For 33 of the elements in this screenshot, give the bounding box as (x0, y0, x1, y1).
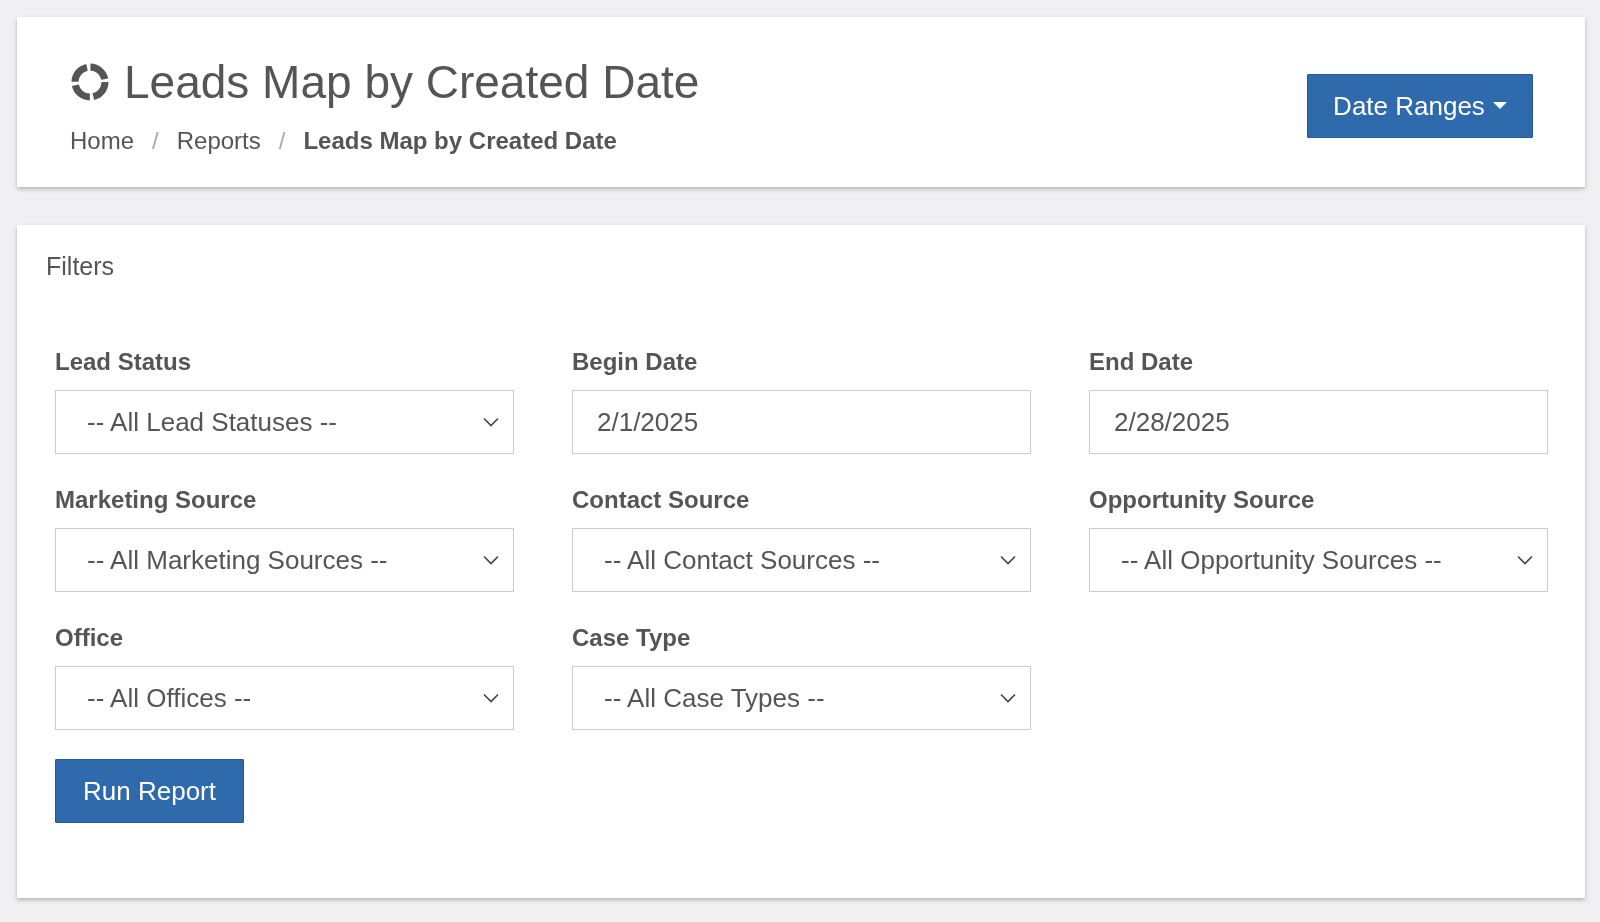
field-label: Marketing Source (55, 485, 258, 515)
filters-heading: Filters (46, 251, 116, 281)
field-label: Contact Source (572, 485, 751, 515)
field-label: Case Type (572, 623, 692, 653)
chevron-down-icon (1000, 693, 1016, 703)
chevron-down-icon (483, 693, 499, 703)
select-dropdown[interactable]: -- All Offices -- (55, 666, 514, 730)
date-input-field[interactable]: 2/28/2025 (1089, 390, 1548, 454)
field-label: Begin Date (572, 347, 699, 377)
caret-icon (1492, 102, 1507, 110)
chevron-down-icon (483, 417, 499, 427)
date-ranges-button[interactable]: Date Ranges (1307, 74, 1533, 138)
breadcrumb-current: Leads Map by Created Date (303, 127, 617, 155)
field-label: End Date (1089, 347, 1194, 377)
circle-notch-icon (70, 62, 110, 102)
chevron-down-icon (1000, 555, 1016, 565)
field-label: Office (55, 623, 124, 653)
page-title: Leads Map by Created Date (124, 57, 700, 107)
select-dropdown[interactable]: -- All Contact Sources -- (572, 528, 1031, 592)
breadcrumb-separator: / (278, 127, 286, 155)
select-dropdown[interactable]: -- All Case Types -- (572, 666, 1031, 730)
run-report-button[interactable]: Run Report (55, 759, 244, 823)
field-label: Lead Status (55, 347, 193, 377)
breadcrumb-link[interactable]: Reports (176, 127, 261, 155)
select-dropdown[interactable]: -- All Marketing Sources -- (55, 528, 514, 592)
select-dropdown[interactable]: -- All Opportunity Sources -- (1089, 528, 1548, 592)
breadcrumb-separator: / (152, 127, 159, 155)
field-label: Opportunity Source (1089, 485, 1316, 515)
chevron-down-icon (483, 555, 499, 565)
date-input-field[interactable]: 2/1/2025 (572, 390, 1031, 454)
select-dropdown[interactable]: -- All Lead Statuses -- (55, 390, 514, 454)
chevron-down-icon (1517, 555, 1533, 565)
breadcrumb-link[interactable]: Home (70, 127, 135, 155)
